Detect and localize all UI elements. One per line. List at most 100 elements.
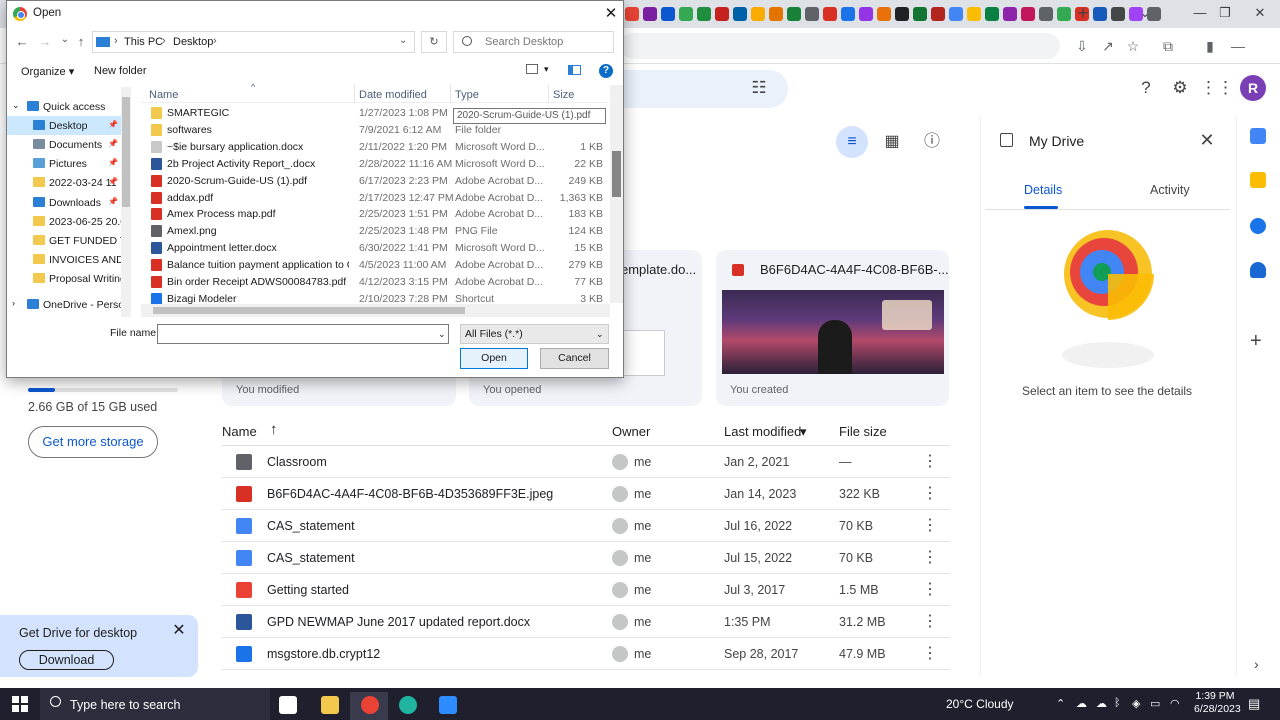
settings-icon[interactable]: ⚙ xyxy=(1166,74,1194,102)
nav-item[interactable]: ⌄ Quick access xyxy=(7,97,129,116)
size-column-header[interactable]: File size xyxy=(839,424,887,439)
file-row[interactable]: Bin order Receipt ADWS00084783.pdf 4/12/… xyxy=(141,273,609,290)
organize-menu[interactable]: Organize ▾ xyxy=(21,65,74,78)
nav-scroll-thumb[interactable] xyxy=(122,97,130,207)
nav-item[interactable]: Pictures 📌 xyxy=(7,154,129,173)
keep-icon[interactable] xyxy=(1250,172,1266,188)
tab-favicon-icon[interactable] xyxy=(895,7,909,21)
tab-favicon-icon[interactable] xyxy=(661,7,675,21)
chevron-down-icon[interactable]: ⌄ xyxy=(399,35,407,46)
name-column-header[interactable]: Name xyxy=(149,89,178,101)
type-column-header[interactable]: Type xyxy=(455,89,479,101)
file-name[interactable]: GPD NEWMAP June 2017 updated report.docx xyxy=(267,615,530,629)
tab-favicon-icon[interactable] xyxy=(805,7,819,21)
column-divider[interactable] xyxy=(450,85,451,103)
taskbar-app[interactable] xyxy=(268,692,306,720)
breadcrumb-separator[interactable]: › xyxy=(162,35,166,47)
tab-favicon-icon[interactable] xyxy=(1111,7,1125,21)
sort-dropdown-icon[interactable]: ▾ xyxy=(800,424,807,440)
taskbar-search[interactable]: Type here to search xyxy=(40,688,270,720)
security-icon[interactable]: ◈ xyxy=(1132,697,1140,710)
bookmark-star-icon[interactable]: ☆ xyxy=(1121,34,1145,58)
battery-icon[interactable]: ▭ xyxy=(1150,697,1160,710)
tab-favicon-icon[interactable] xyxy=(733,7,747,21)
table-row[interactable]: Getting started me Jul 3, 2017 1.5 MB ⋮ xyxy=(222,574,950,606)
filter-icon[interactable]: ≡ xyxy=(836,126,868,158)
add-addon-icon[interactable]: + xyxy=(1250,330,1262,353)
file-row[interactable]: 2b Project Activity Report_.docx 2/28/20… xyxy=(141,155,609,172)
preview-pane-icon[interactable] xyxy=(568,65,581,75)
download-button[interactable]: Download xyxy=(19,650,114,670)
close-icon[interactable]: ✕ xyxy=(172,620,186,640)
chevron-down-icon[interactable]: ⌄ xyxy=(438,329,446,340)
taskbar-app[interactable] xyxy=(310,692,348,720)
name-column-header[interactable]: Name xyxy=(222,424,257,439)
browser-menu-icon[interactable]: — xyxy=(1226,34,1250,58)
calendar-icon[interactable] xyxy=(1250,128,1266,144)
nav-item[interactable]: 2023-06-25 20.02 xyxy=(7,212,129,231)
taskbar-app[interactable] xyxy=(388,692,426,720)
sort-arrow-icon[interactable]: ↑ xyxy=(270,421,278,438)
horizontal-scroll-thumb[interactable] xyxy=(153,307,465,314)
tab-favicon-icon[interactable] xyxy=(769,7,783,21)
contacts-icon[interactable] xyxy=(1250,262,1266,278)
breadcrumb-desktop[interactable]: Desktop xyxy=(173,36,213,48)
side-panel-icon[interactable]: ▮ xyxy=(1198,34,1222,58)
close-icon[interactable]: ✕ xyxy=(1196,130,1218,151)
help-icon[interactable]: ? xyxy=(1132,74,1160,102)
search-options-icon[interactable]: ☷ xyxy=(745,74,773,102)
get-more-storage-button[interactable]: Get more storage xyxy=(28,426,158,458)
search-input[interactable]: Search Desktop xyxy=(453,31,614,53)
system-clock[interactable]: 1:39 PM 6/28/2023 xyxy=(1194,690,1241,716)
show-hidden-icons[interactable]: ⌃ xyxy=(1056,697,1065,710)
tab-favicon-icon[interactable] xyxy=(877,7,891,21)
file-row[interactable]: addax.pdf 2/17/2023 12:47 PM Adobe Acrob… xyxy=(141,189,609,206)
tab-favicon-icon[interactable] xyxy=(841,7,855,21)
file-name[interactable]: Getting started xyxy=(267,583,349,597)
breadcrumb-this-pc[interactable]: This PC xyxy=(124,36,163,48)
onedrive-icon[interactable]: ☁ xyxy=(1096,697,1107,710)
tab-favicon-icon[interactable] xyxy=(913,7,927,21)
change-view-icon[interactable] xyxy=(526,64,538,74)
up-arrow-icon[interactable]: ↑ xyxy=(73,34,89,49)
size-column-header[interactable]: Size xyxy=(553,89,574,101)
tab-favicon-icon[interactable] xyxy=(967,7,981,21)
tab-favicon-icon[interactable] xyxy=(679,7,693,21)
modified-column-header[interactable]: Last modified xyxy=(724,424,801,439)
nav-item[interactable]: › OneDrive - Person xyxy=(7,295,129,314)
owner-column-header[interactable]: Owner xyxy=(612,424,650,439)
expand-panel-icon[interactable]: › xyxy=(1254,656,1259,672)
tasks-icon[interactable] xyxy=(1250,218,1266,234)
column-divider[interactable] xyxy=(354,85,355,103)
tab-favicon-icon[interactable] xyxy=(1021,7,1035,21)
table-row[interactable]: msgstore.db.crypt12 me Sep 28, 2017 47.9… xyxy=(222,638,950,670)
address-bar[interactable] xyxy=(620,33,1060,59)
scroll-thumb[interactable] xyxy=(612,151,621,197)
tab-favicon-icon[interactable] xyxy=(1039,7,1053,21)
tab-favicon-icon[interactable] xyxy=(625,7,639,21)
file-type-filter[interactable]: All Files (*.*) ⌄ xyxy=(460,324,609,344)
close-icon[interactable]: ✕ xyxy=(603,4,619,22)
weather-widget[interactable]: 20°C Cloudy xyxy=(946,697,1014,711)
info-icon[interactable]: ⓘ xyxy=(916,126,948,158)
tab-search-button[interactable]: ⌄ xyxy=(1140,2,1160,24)
tab-favicon-icon[interactable] xyxy=(697,7,711,21)
apps-grid-icon[interactable]: ⋮⋮ xyxy=(1200,74,1234,102)
maximize-button[interactable]: ❐ xyxy=(1205,2,1245,24)
tab-favicon-icon[interactable] xyxy=(787,7,801,21)
recent-locations-dropdown[interactable]: ⌄ xyxy=(57,34,73,45)
windows-start-icon[interactable] xyxy=(12,696,28,712)
tab-favicon-icon[interactable] xyxy=(949,7,963,21)
grid-view-icon[interactable]: ▦ xyxy=(876,126,908,158)
view-dropdown[interactable]: ▾ xyxy=(544,64,549,75)
more-actions-icon[interactable]: ⋮ xyxy=(922,643,938,663)
nav-item[interactable]: Documents 📌 xyxy=(7,135,129,154)
share-icon[interactable]: ↗ xyxy=(1096,34,1120,58)
expander-icon[interactable]: › xyxy=(12,298,15,308)
wifi-icon[interactable]: ◠ xyxy=(1170,697,1180,710)
close-window-button[interactable]: ✕ xyxy=(1240,2,1280,24)
breadcrumb-separator[interactable]: › xyxy=(213,35,217,47)
tab-activity[interactable]: Activity xyxy=(1150,183,1190,197)
cancel-button[interactable]: Cancel xyxy=(540,348,609,369)
tab-favicon-icon[interactable] xyxy=(715,7,729,21)
